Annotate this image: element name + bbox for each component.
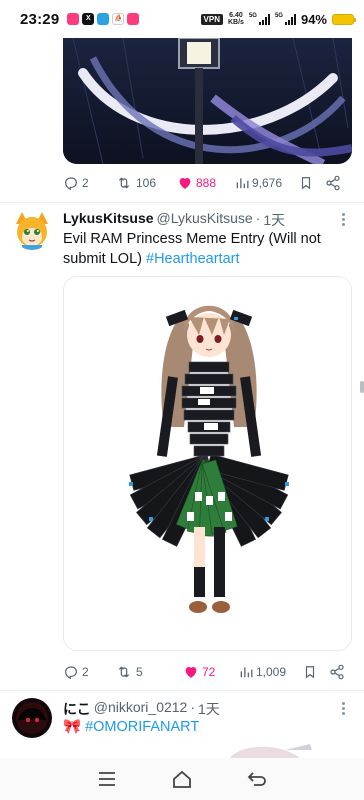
tweet-time[interactable]: 1天 [198, 699, 220, 719]
retweet-icon [118, 666, 130, 678]
tweet-divider [0, 202, 364, 203]
tweet-divider [0, 690, 364, 691]
signal-icon-2: 5G [275, 13, 296, 25]
views-icon [236, 178, 249, 189]
views-button[interactable]: 9,676 [235, 176, 299, 190]
fox-avatar-icon [12, 210, 52, 250]
hashtag-link[interactable]: #OMORIFANART [85, 719, 199, 735]
home-button[interactable] [171, 768, 193, 790]
notification-icons: X ⛵ [67, 13, 140, 25]
tweet-image-lamp-art[interactable] [63, 38, 352, 164]
x-app-icon: X [82, 13, 95, 25]
lamp-artwork-icon [63, 38, 352, 164]
back-button[interactable] [246, 768, 268, 790]
like-button[interactable]: 72 [183, 664, 239, 680]
like-icon [185, 667, 197, 678]
tweet-1-actions: 2 106 888 9,676 [63, 172, 352, 194]
ram-princess-artwork-icon [64, 277, 351, 650]
avatar-nikkori[interactable] [12, 698, 52, 738]
bookmark-icon [301, 177, 311, 190]
reply-button[interactable]: 2 [63, 664, 115, 680]
battery-icon [332, 13, 356, 25]
vpn-badge: VPN [200, 13, 223, 25]
user-handle[interactable]: @LykusKitsuse [157, 210, 253, 230]
ribbon-emoji-icon: 🎀 [63, 719, 82, 735]
share-button[interactable] [329, 664, 345, 680]
reply-button[interactable]: 2 [63, 175, 115, 191]
bookmark-button[interactable] [299, 175, 325, 191]
network-speed: 6.40 KB/s [227, 12, 244, 26]
like-icon [179, 178, 191, 189]
back-icon [247, 772, 266, 786]
tweet-3-image-preview[interactable] [200, 742, 320, 758]
app-notification-icon [67, 13, 80, 25]
battery-percent: 94% [300, 11, 327, 27]
tweet-image-ram-princess[interactable] [63, 276, 352, 651]
app-notification-icon-2 [127, 13, 140, 25]
system-status: VPN 6.40 KB/s 5G 5G 94% [200, 11, 356, 27]
retweet-button[interactable]: 106 [115, 175, 177, 191]
dark-avatar-icon [12, 698, 52, 738]
display-name[interactable]: にこ [63, 699, 91, 719]
menu-icon [99, 772, 116, 786]
user-handle[interactable]: @nikkori_0212 [94, 699, 188, 719]
status-bar: 23:29 X ⛵ VPN 6.40 KB/s 5G 5G 94% [0, 0, 364, 38]
views-button[interactable]: 1,009 [239, 665, 303, 679]
boat-icon: ⛵ [112, 13, 125, 25]
tweet-2-text: Evil RAM Princess Meme Entry (Will not s… [63, 231, 321, 267]
reply-icon [65, 177, 77, 191]
views-icon [240, 667, 253, 678]
clock: 23:29 [20, 10, 60, 28]
signal-icon: 5G [249, 13, 270, 25]
tweet-time[interactable]: 1天 [263, 210, 285, 230]
share-button[interactable] [325, 175, 341, 191]
retweet-icon [118, 177, 130, 189]
tweet-3-header: にこ @nikkori_0212 · 1天 [63, 699, 220, 719]
menu-button[interactable] [96, 768, 118, 790]
share-icon [326, 175, 340, 191]
retweet-button[interactable]: 5 [115, 664, 183, 680]
bookmark-icon [305, 666, 315, 679]
system-navigation-bar [0, 758, 364, 800]
share-icon [330, 664, 344, 680]
avatar-lykuskitsuse[interactable] [12, 210, 52, 250]
tweet-2-header: LykusKitsuse @LykusKitsuse · 1天 [63, 210, 286, 230]
bookmark-button[interactable] [303, 664, 329, 680]
hashtag-link[interactable]: #Heartheartart [146, 251, 240, 267]
reply-icon [65, 666, 77, 680]
more-icon[interactable] [342, 213, 346, 226]
tweet-3-text: 🎀 #OMORIFANART [63, 717, 348, 737]
telegram-icon [97, 13, 110, 25]
more-icon[interactable] [342, 702, 346, 715]
tweet-2-actions: 2 5 72 1,009 [63, 661, 352, 683]
home-icon [173, 770, 191, 788]
scrollbar-thumb[interactable] [360, 381, 364, 393]
like-button[interactable]: 888 [177, 175, 235, 191]
display-name[interactable]: LykusKitsuse [63, 210, 154, 230]
